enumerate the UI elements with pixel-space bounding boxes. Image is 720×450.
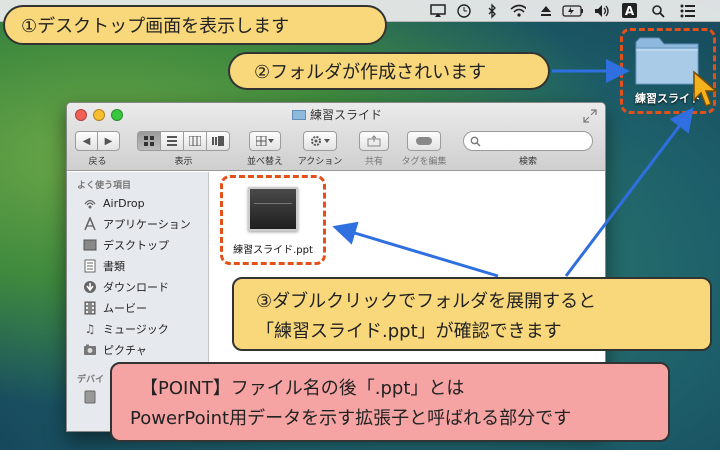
callout-step3: ③ダブルクリックでフォルダを展開すると 「練習スライド.ppt」が確認できます xyxy=(232,277,712,351)
callout-step3-line1: ③ダブルクリックでフォルダを展開すると xyxy=(256,291,597,312)
callout-point-line1: 【POINT】ファイル名の後「.ppt」とは xyxy=(140,378,465,399)
callout-step3-line2: 「練習スライド.ppt」が確認できます xyxy=(256,321,562,342)
arrow-to-desktop-folder-from-step3 xyxy=(564,107,694,277)
callout-point: 【POINT】ファイル名の後「.ppt」とは PowerPoint用データを示す… xyxy=(110,362,670,442)
callout-point-line2: PowerPoint用データを示す拡張子と呼ばれる部分です xyxy=(130,408,572,429)
arrow-to-ppt-file xyxy=(332,221,499,278)
